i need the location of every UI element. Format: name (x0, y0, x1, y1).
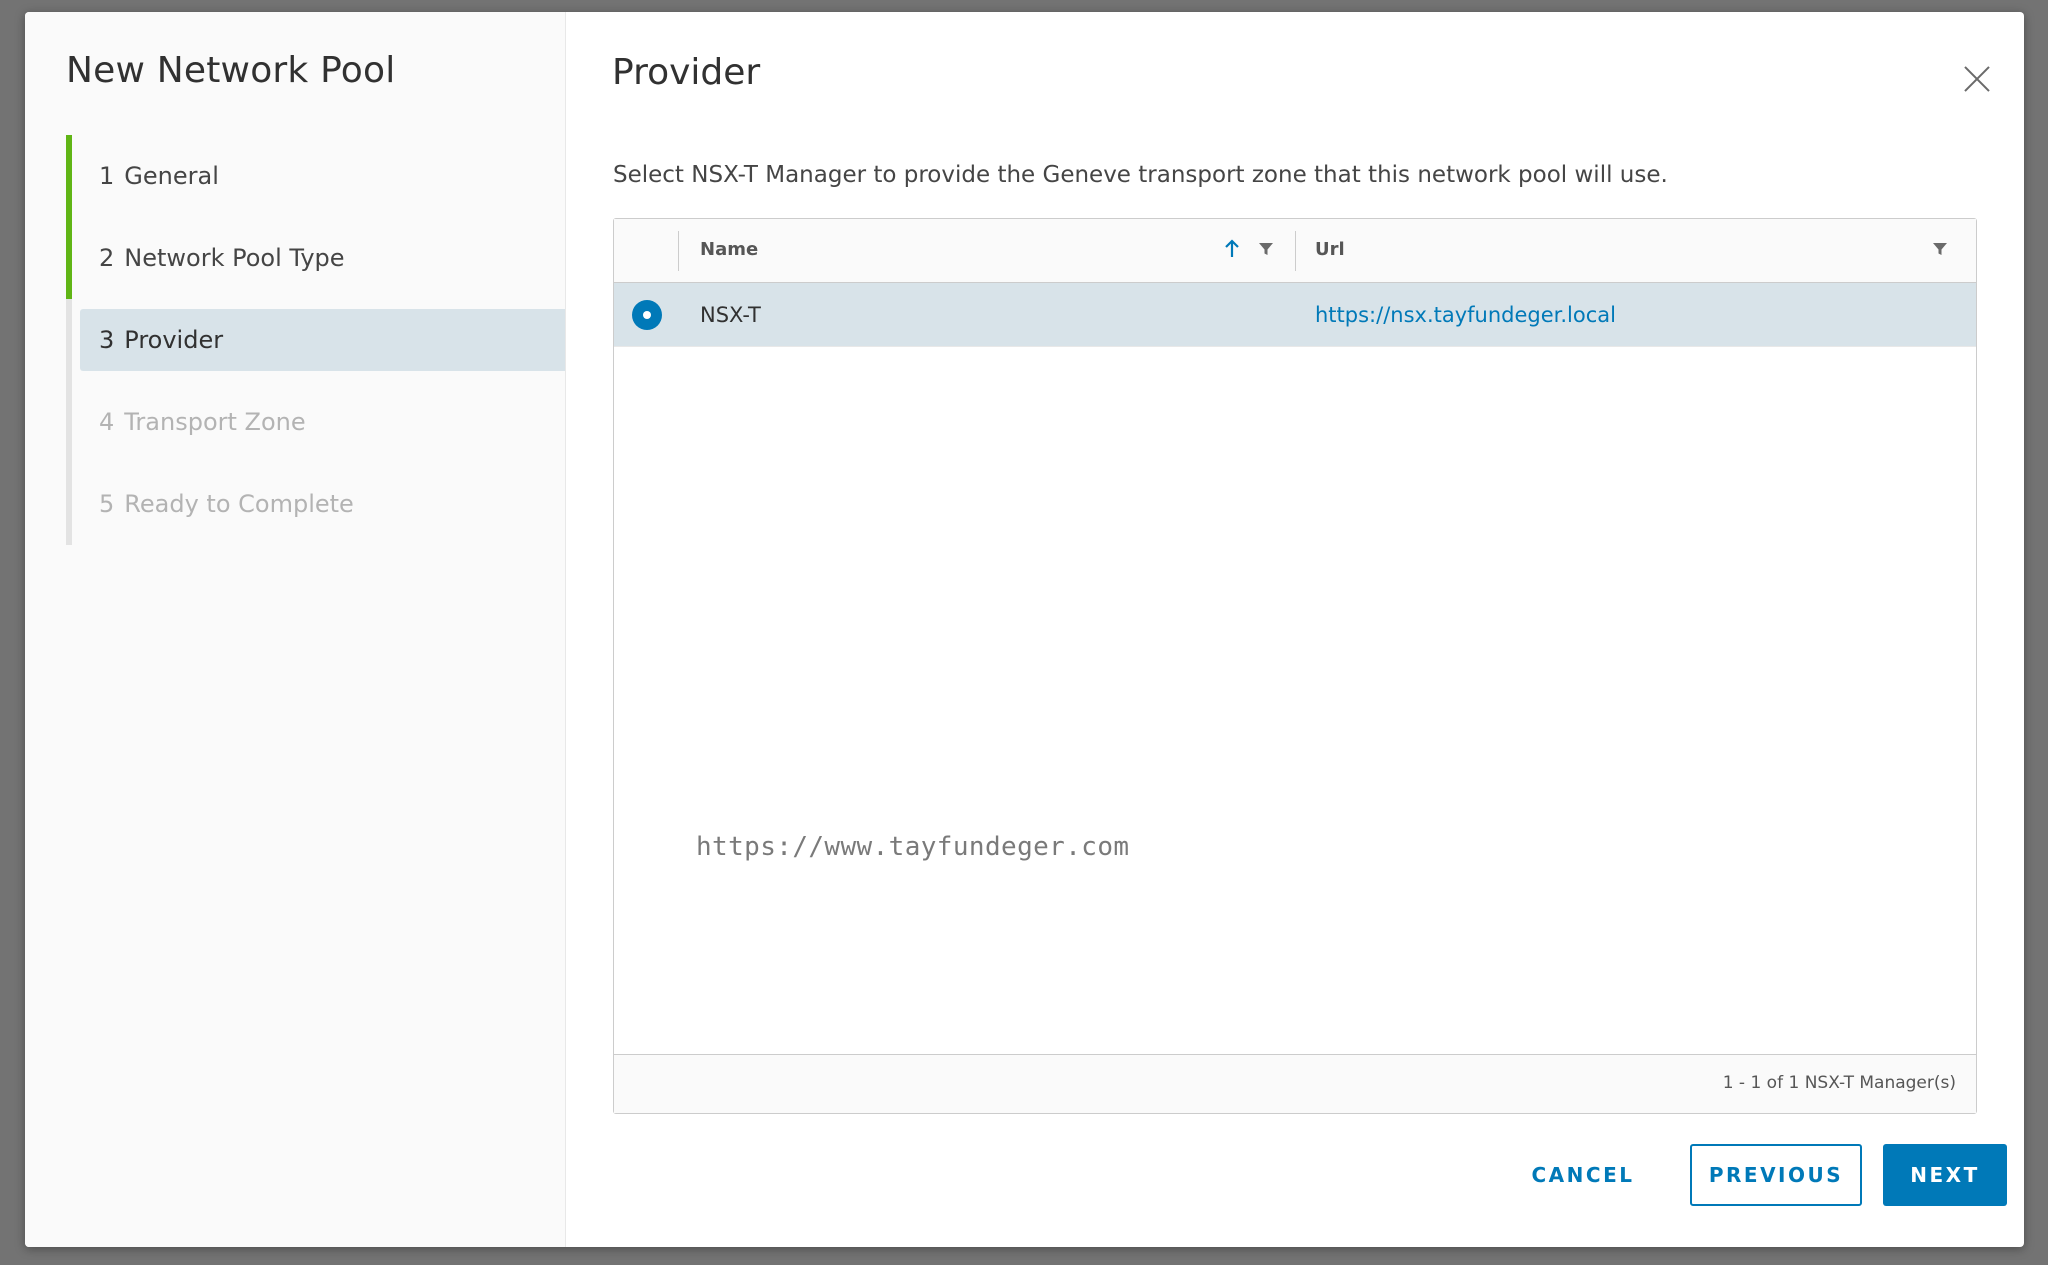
step-progress-bar (66, 135, 72, 217)
page-title: Provider (612, 52, 761, 93)
wizard-step-network-pool-type[interactable]: 2 Network Pool Type (66, 217, 565, 299)
wizard-title: New Network Pool (66, 50, 396, 91)
step-number: 5 (99, 490, 115, 518)
column-separator (1295, 231, 1296, 271)
wizard-content: Provider Select NSX-T Manager to provide… (565, 12, 2024, 1247)
column-header-name[interactable]: Name (700, 239, 758, 260)
new-network-pool-dialog: New Network Pool 1 General 2 Network Pool … (25, 12, 2024, 1247)
step-progress-bar (66, 381, 72, 463)
step-progress-bar (66, 299, 72, 381)
datagrid-header: Name Url (614, 219, 1976, 283)
wizard-steps-panel: New Network Pool 1 General 2 Network Pool … (25, 12, 566, 1247)
sort-ascending-icon[interactable] (1222, 237, 1242, 261)
step-number: 2 (99, 244, 115, 272)
step-title: General (124, 162, 219, 190)
row-select-radio[interactable] (632, 300, 662, 330)
wizard-step-ready-to-complete: 5 Ready to Complete (66, 463, 565, 545)
wizard-step-list: 1 General 2 Network Pool Type 3 Provider (66, 135, 565, 545)
step-label: 2 Network Pool Type (99, 244, 345, 272)
wizard-step-general[interactable]: 1 General (66, 135, 565, 217)
step-progress-bar (66, 463, 72, 545)
step-title: Ready to Complete (124, 490, 354, 518)
watermark-text: https://www.tayfundeger.com (696, 832, 1130, 862)
datagrid-footer: 1 - 1 of 1 NSX-T Manager(s) (614, 1054, 1976, 1113)
table-row[interactable]: NSX-T https://nsx.tayfundeger.local (614, 283, 1976, 347)
column-header-url[interactable]: Url (1315, 239, 1345, 260)
previous-button[interactable]: PREVIOUS (1690, 1144, 1862, 1206)
step-number: 3 (99, 326, 115, 354)
next-button[interactable]: NEXT (1883, 1144, 2007, 1206)
step-title: Provider (124, 326, 224, 354)
pagination-count: 1 - 1 of 1 NSX-T Manager(s) (1722, 1073, 1956, 1093)
cancel-button[interactable]: CANCEL (1513, 1144, 1653, 1206)
close-icon[interactable] (1960, 62, 1994, 96)
wizard-step-transport-zone: 4 Transport Zone (66, 381, 565, 463)
step-title: Network Pool Type (124, 244, 345, 272)
wizard-step-provider[interactable]: 3 Provider (66, 299, 565, 381)
filter-icon[interactable] (1258, 241, 1274, 257)
step-label: 5 Ready to Complete (99, 490, 354, 518)
column-separator (678, 231, 679, 271)
step-number: 4 (99, 408, 115, 436)
step-label: 4 Transport Zone (99, 408, 306, 436)
step-label: 3 Provider (99, 326, 223, 354)
step-label: 1 General (99, 162, 219, 190)
page-description: Select NSX-T Manager to provide the Gene… (613, 162, 1668, 188)
nsx-manager-datagrid: Name Url NSX-T https://nsx.tayfundeger.l… (613, 218, 1977, 1114)
cell-url-link[interactable]: https://nsx.tayfundeger.local (1315, 303, 1616, 327)
cell-name: NSX-T (700, 303, 761, 327)
step-title: Transport Zone (124, 408, 306, 436)
step-progress-bar (66, 217, 72, 299)
step-number: 1 (99, 162, 115, 190)
filter-icon[interactable] (1932, 241, 1948, 257)
